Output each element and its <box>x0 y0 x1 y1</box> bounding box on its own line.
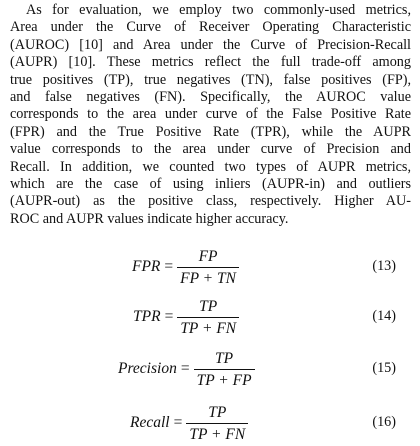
equation-lhs: FPR <box>132 258 161 275</box>
equals-sign: = <box>164 308 174 325</box>
fraction: TP TP + FN <box>177 297 240 337</box>
paragraph-line: Recall. In addition, we counted two type… <box>10 158 411 175</box>
equation-recall: Recall = TP TP + FN (16) <box>0 400 420 446</box>
denominator: TP + FP <box>193 368 255 389</box>
evaluation-paragraph: As for evaluation, we employ two commonl… <box>10 2 411 228</box>
equation-fpr: FPR = FP FP + TN (13) <box>0 244 420 290</box>
paragraph-line: Area under the Curve of Receiver Operati… <box>10 19 411 36</box>
equals-sign: = <box>173 414 183 431</box>
paragraph-line: (FPR) and the True Positive Rate (TPR), … <box>10 123 411 140</box>
equation-number: (15) <box>372 360 396 376</box>
numerator: FP <box>198 247 218 265</box>
equation-number: (14) <box>372 308 396 324</box>
numerator: TP <box>199 297 218 315</box>
paragraph-line: (AUROC) [10] and Area under the Curve of… <box>10 36 411 53</box>
numerator: TP <box>215 349 234 367</box>
equation-lhs: Recall <box>130 414 170 431</box>
equation-number: (13) <box>372 258 396 274</box>
fraction: FP FP + TN <box>177 248 239 287</box>
paragraph-line: corresponds to the area under curve of t… <box>10 106 411 123</box>
denominator: TP + FN <box>177 316 240 337</box>
fraction: TP TP + FP <box>193 349 255 389</box>
equation-lhs: TPR <box>133 308 161 325</box>
paragraph-line: which are the case of using inliers (AUP… <box>10 176 411 193</box>
paragraph-line: true positives (TP), true negatives (TN)… <box>10 71 411 88</box>
paragraph-line: As for evaluation, we employ two commonl… <box>26 2 411 18</box>
fraction: TP TP + FN <box>186 403 249 443</box>
paragraph-line: (AUPR-out) as the positive class, respec… <box>10 193 411 210</box>
paragraph-line: and false negatives (FN). Specifically, … <box>10 89 411 106</box>
equation-lhs: Precision <box>118 360 177 377</box>
paper-page: As for evaluation, we employ two commonl… <box>0 0 420 443</box>
equals-sign: = <box>164 258 174 275</box>
denominator: TP + FN <box>186 422 249 443</box>
paragraph-line: ROC and AUPR values indicate higher accu… <box>10 210 289 227</box>
paragraph-line: (AUPR) [10]. These metrics reflect the f… <box>10 54 411 71</box>
denominator: FP + TN <box>177 266 239 287</box>
paragraph-line: value corresponds to the area under curv… <box>10 141 411 158</box>
equals-sign: = <box>180 360 190 377</box>
equation-number: (16) <box>372 414 396 430</box>
equation-tpr: TPR = TP TP + FN (14) <box>0 294 420 340</box>
numerator: TP <box>208 403 227 421</box>
equation-precision: Precision = TP TP + FP (15) <box>0 346 420 392</box>
